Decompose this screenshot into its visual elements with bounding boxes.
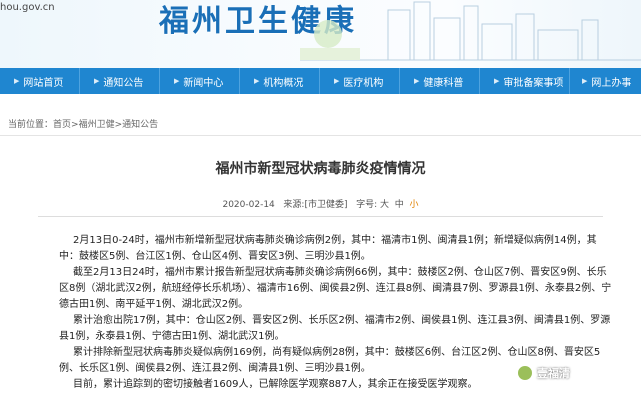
nav-item-home[interactable]: ▶ 网站首页: [0, 68, 80, 94]
nav-item-about[interactable]: ▶ 机构概况: [240, 68, 320, 94]
nav-item-approval[interactable]: ▶ 审批备案事项: [480, 68, 570, 94]
source-label: 来源:: [283, 200, 305, 210]
nav-label: 新闻中心: [183, 77, 224, 89]
breadcrumb-current[interactable]: 通知公告: [122, 120, 158, 130]
font-size-small[interactable]: 小: [409, 200, 418, 210]
font-size-label: 字号:: [356, 200, 378, 210]
arrow-icon: ▶: [494, 77, 500, 85]
nav-item-notices[interactable]: ▶ 通知公告: [80, 68, 160, 94]
arrow-icon: ▶: [94, 77, 100, 85]
divider: [38, 216, 603, 217]
breadcrumb-home[interactable]: 首页: [53, 120, 71, 130]
arrow-icon: ▶: [334, 77, 340, 85]
watermark: 壹福清: [517, 365, 570, 381]
arrow-icon: ▶: [414, 77, 420, 85]
article-title: 福州市新型冠状病毒肺炎疫情情况: [215, 161, 426, 177]
nav-label: 网站首页: [23, 77, 64, 89]
nav-item-news[interactable]: ▶ 新闻中心: [160, 68, 240, 94]
main-nav: ▶ 网站首页 ▶ 通知公告 ▶ 新闻中心 ▶ 机构概况 ▶ 医疗机构 ▶ 健康科普 ▶ 审批备…: [0, 68, 641, 94]
divider: [0, 135, 641, 136]
arrow-icon: ▶: [14, 77, 20, 85]
nav-item-hospitals[interactable]: ▶ 医疗机构: [320, 68, 400, 94]
font-size-large[interactable]: 大: [380, 200, 389, 210]
paragraph: 累计治愈出院17例，其中：仓山区2例、晋安区2例、长乐区2例、福清市2例、闽侯县…: [59, 315, 611, 342]
article-meta: 2020-02-14 来源:[市卫健委] 字号: 大 中 小: [0, 197, 641, 210]
wechat-icon: [517, 365, 533, 381]
font-size-medium[interactable]: 中: [395, 200, 404, 210]
paragraph: 截至2月13日24时，福州市累计报告新型冠状病毒肺炎确诊病例66例，其中：鼓楼区…: [59, 267, 612, 310]
breadcrumb: 当前位置：首页>福州卫健>通知公告: [8, 117, 158, 130]
article-date: 2020-02-14: [222, 200, 275, 210]
nav-item-health[interactable]: ▶ 健康科普: [400, 68, 480, 94]
arrow-icon: ▶: [174, 77, 180, 85]
nav-label: 审批备案事项: [503, 77, 564, 89]
nav-label: 机构概况: [263, 77, 304, 89]
arrow-icon: ▶: [582, 77, 588, 85]
nav-label: 健康科普: [423, 77, 464, 89]
nav-label: 医疗机构: [343, 77, 384, 89]
skyline-illustration: [300, 1, 641, 61]
article-source: [市卫健委]: [304, 200, 348, 210]
breadcrumb-prefix: 当前位置：: [8, 120, 54, 130]
nav-label: 通知公告: [103, 77, 144, 89]
url-fragment: hou.gov.cn: [0, 2, 55, 13]
nav-label: 网上办事: [591, 77, 632, 89]
site-banner: hou.gov.cn 福州卫生健康: [0, 0, 641, 68]
watermark-text: 壹福清: [537, 367, 570, 380]
breadcrumb-section[interactable]: 福州卫健: [79, 120, 115, 130]
nav-item-services[interactable]: ▶ 网上办事: [570, 68, 641, 94]
paragraph: 2月13日0-24时，福州市新增新型冠状病毒肺炎确诊病例2例，其中：福清市1例、…: [59, 235, 597, 262]
arrow-icon: ▶: [254, 77, 260, 85]
breadcrumb-separator: >: [114, 120, 123, 130]
breadcrumb-separator: >: [71, 120, 79, 130]
